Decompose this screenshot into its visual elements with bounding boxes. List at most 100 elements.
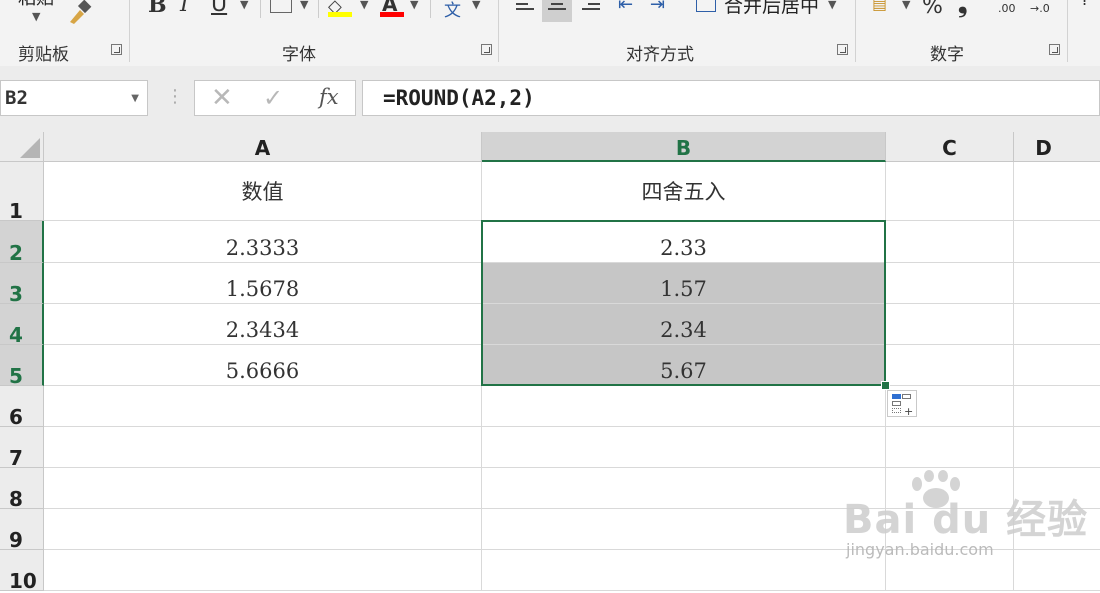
number-group-label: 数字 [930,45,964,65]
group-divider [1067,0,1068,62]
cell-c5[interactable] [886,345,1014,386]
cell-c4[interactable] [886,304,1014,345]
row-header-4[interactable]: 4 [0,304,44,347]
row-header-7[interactable]: 7 [0,427,44,470]
cell-d10[interactable] [1014,550,1100,591]
cell-c1[interactable] [886,162,1014,221]
row-header-5[interactable]: 5 [0,345,44,388]
baidu-jingyan-watermark: Bai du 经验 [843,497,1089,543]
divider [260,0,261,18]
selection-border [481,220,886,386]
phonetic-guide-icon[interactable]: 文 [444,0,461,21]
merge-center-icon[interactable] [696,0,716,12]
fill-color-dropdown-icon[interactable]: ▼ [360,0,368,11]
accounting-format-icon[interactable]: ▤ [872,0,887,13]
cell-d5[interactable] [1014,345,1100,386]
formula-text: =ROUND(A2,2) [383,86,535,110]
cell-a7[interactable] [44,427,482,468]
cell-a5[interactable]: 5.6666 [44,345,482,386]
italic-button[interactable]: I [180,0,189,18]
formula-buttons: ✕ ✓ fx [194,80,356,116]
merge-center-button[interactable]: 合并后居中 [724,0,819,18]
cell-a6[interactable] [44,386,482,427]
cell-a1[interactable]: 数值 [44,162,482,221]
alignment-group-label: 对齐方式 [626,45,694,65]
phonetic-dropdown-icon[interactable]: ▼ [472,0,480,11]
increase-decimal-button[interactable]: .00 [998,3,1016,14]
name-box-dropdown-icon[interactable]: ▼ [131,93,139,104]
bold-button[interactable]: B [148,0,167,18]
cell-d1[interactable] [1014,162,1100,221]
align-right-button[interactable] [576,0,606,22]
row-header-1[interactable]: 1 [0,162,44,223]
cell-c3[interactable] [886,263,1014,304]
paste-dropdown-icon[interactable]: ▼ [32,10,40,23]
border-icon[interactable] [270,0,292,13]
cell-d4[interactable] [1014,304,1100,345]
cell-b6[interactable] [482,386,886,427]
column-header-b[interactable]: B [482,132,886,162]
clipboard-launcher-icon[interactable] [111,44,122,55]
cell-a8[interactable] [44,468,482,509]
format-painter-icon[interactable] [66,0,94,30]
fill-color-swatch [328,12,352,17]
paste-label[interactable]: 粘贴 [18,0,54,10]
cell-d7[interactable] [1014,427,1100,468]
font-launcher-icon[interactable] [481,44,492,55]
cell-a2[interactable]: 2.3333 [44,221,482,263]
accounting-dropdown-icon[interactable]: ▼ [902,0,910,11]
percent-button[interactable]: % [922,0,943,19]
cell-a9[interactable] [44,509,482,550]
number-launcher-icon[interactable] [1049,44,1060,55]
cell-b8[interactable] [482,468,886,509]
row-header-3[interactable]: 3 [0,263,44,306]
row-header-10[interactable]: 10 [0,550,44,593]
cell-d6[interactable] [1014,386,1100,427]
cell-b7[interactable] [482,427,886,468]
comma-style-button[interactable]: ❟ [958,0,967,18]
cell-a3[interactable]: 1.5678 [44,263,482,304]
row-header-8[interactable]: 8 [0,468,44,511]
cancel-icon[interactable]: ✕ [211,83,233,113]
ribbon: 粘贴 ▼ 剪贴板 B I U ▼ ▼ ◇ ▼ A ▼ 文 ▼ 字体 ⇤ ⇥ 合并… [0,0,1100,67]
name-box[interactable]: B2 ▼ [0,80,148,116]
group-divider [129,0,130,62]
formula-input[interactable]: =ROUND(A2,2) [362,80,1100,116]
cell-d3[interactable] [1014,263,1100,304]
underline-button[interactable]: U [211,0,227,18]
align-center-button[interactable] [542,0,572,22]
cell-b1[interactable]: 四舍五入 [482,162,886,221]
styles-partial-icon[interactable]: ⁞ [1082,0,1087,9]
decrease-decimal-button[interactable]: →.0 [1030,3,1050,14]
row-header-6[interactable]: 6 [0,386,44,429]
underline-dropdown-icon[interactable]: ▼ [240,0,248,11]
clipboard-group-label: 剪贴板 [18,45,69,65]
alignment-launcher-icon[interactable] [837,44,848,55]
row-header-2[interactable]: 2 [0,221,44,265]
column-header-d[interactable]: D [1014,132,1100,162]
formula-bar-grip-icon[interactable]: ⋮ [166,86,184,107]
name-box-value: B2 [5,87,28,109]
cell-d2[interactable] [1014,221,1100,263]
divider [430,0,431,18]
merge-dropdown-icon[interactable]: ▼ [828,0,836,11]
fill-handle[interactable] [881,381,890,390]
cell-a4[interactable]: 2.3434 [44,304,482,345]
cell-c2[interactable] [886,221,1014,263]
enter-icon[interactable]: ✓ [263,84,283,112]
quick-analysis-icon[interactable]: + [887,390,917,418]
align-left-button[interactable] [510,0,540,22]
cell-b10[interactable] [482,550,886,591]
column-header-a[interactable]: A [44,132,482,162]
row-header-9[interactable]: 9 [0,509,44,552]
insert-function-icon[interactable]: fx [319,85,339,109]
select-all-button[interactable] [0,132,44,162]
font-color-dropdown-icon[interactable]: ▼ [410,0,418,11]
column-header-c[interactable]: C [886,132,1014,162]
cell-c7[interactable] [886,427,1014,468]
cell-b9[interactable] [482,509,886,550]
border-dropdown-icon[interactable]: ▼ [300,0,308,11]
cell-a10[interactable] [44,550,482,591]
increase-indent-icon[interactable]: ⇥ [650,0,665,15]
decrease-indent-icon[interactable]: ⇤ [618,0,633,15]
